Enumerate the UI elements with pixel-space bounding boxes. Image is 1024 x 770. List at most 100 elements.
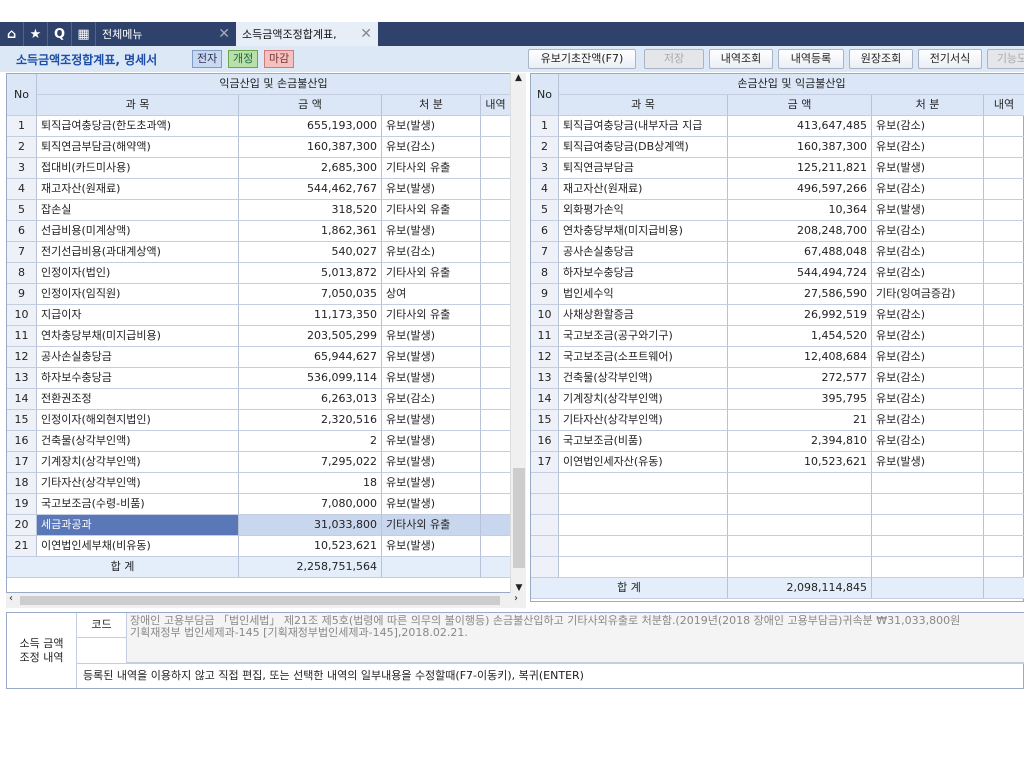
table-row-detail[interactable] <box>481 284 511 305</box>
table-row-item[interactable]: 연차충당부채(미지급비용) <box>37 326 239 347</box>
header-disposition[interactable]: 처 분 <box>872 95 984 116</box>
table-row-item[interactable]: 기타자산(상각부인액) <box>37 473 239 494</box>
row-number[interactable]: 9 <box>531 284 559 305</box>
table-row-amount[interactable]: 125,211,821 <box>728 158 872 179</box>
table-row-amount[interactable]: 67,488,048 <box>728 242 872 263</box>
table-row-item[interactable]: 국고보조금(공구와기구) <box>559 326 728 347</box>
table-row-amount[interactable]: 544,462,767 <box>239 179 382 200</box>
row-number[interactable]: 2 <box>531 137 559 158</box>
table-row-item[interactable]: 기계장치(상각부인액) <box>559 389 728 410</box>
table-row-disposition[interactable]: 기타사외 유출 <box>382 305 481 326</box>
empty-row-cell[interactable] <box>872 473 984 494</box>
table-row-amount[interactable]: 31,033,800 <box>239 515 382 536</box>
empty-row-cell[interactable] <box>872 557 984 578</box>
empty-row-cell[interactable] <box>559 536 728 557</box>
table-row-item[interactable]: 건축물(상각부인액) <box>37 431 239 452</box>
row-number[interactable]: 19 <box>7 494 37 515</box>
close-icon[interactable]: ✕ <box>218 26 230 42</box>
table-row-item[interactable]: 이연법인세자산(유동) <box>559 452 728 473</box>
table-row-disposition[interactable]: 유보(감소) <box>382 389 481 410</box>
table-row-disposition[interactable]: 유보(발생) <box>382 431 481 452</box>
table-row-disposition[interactable]: 유보(발생) <box>382 494 481 515</box>
header-detail[interactable]: 내역 <box>984 95 1024 116</box>
table-row-item[interactable]: 퇴직급여충당금(내부자금 지급 <box>559 116 728 137</box>
row-number[interactable]: 10 <box>7 305 37 326</box>
table-row-amount[interactable]: 26,992,519 <box>728 305 872 326</box>
row-number[interactable]: 2 <box>7 137 37 158</box>
table-row-disposition[interactable]: 유보(발생) <box>382 410 481 431</box>
row-number[interactable]: 14 <box>7 389 37 410</box>
table-row-amount[interactable]: 7,050,035 <box>239 284 382 305</box>
scroll-thumb[interactable] <box>20 596 500 605</box>
empty-row-cell[interactable] <box>728 557 872 578</box>
calendar-icon[interactable]: ▦ <box>72 22 96 46</box>
table-row-amount[interactable]: 496,597,266 <box>728 179 872 200</box>
table-row-detail[interactable] <box>984 179 1024 200</box>
table-row-detail[interactable] <box>984 368 1024 389</box>
table-row-disposition[interactable]: 유보(감소) <box>872 347 984 368</box>
row-number[interactable]: 5 <box>531 200 559 221</box>
table-row-disposition[interactable]: 유보(감소) <box>872 431 984 452</box>
table-row-detail[interactable] <box>481 200 511 221</box>
table-row-amount[interactable]: 536,099,114 <box>239 368 382 389</box>
table-row-detail[interactable] <box>481 515 511 536</box>
table-row-disposition[interactable]: 기타사외 유출 <box>382 263 481 284</box>
row-number[interactable]: 14 <box>531 389 559 410</box>
table-row-amount[interactable]: 208,248,700 <box>728 221 872 242</box>
table-row-detail[interactable] <box>481 179 511 200</box>
table-row-detail[interactable] <box>481 494 511 515</box>
table-row-amount[interactable]: 21 <box>728 410 872 431</box>
table-row-detail[interactable] <box>481 347 511 368</box>
empty-row-cell[interactable] <box>728 494 872 515</box>
table-row-detail[interactable] <box>984 410 1024 431</box>
row-number[interactable]: 11 <box>531 326 559 347</box>
table-row-detail[interactable] <box>481 452 511 473</box>
close-icon[interactable]: ✕ <box>360 26 372 42</box>
table-row-detail[interactable] <box>481 158 511 179</box>
table-row-item[interactable]: 선급비용(미계상액) <box>37 221 239 242</box>
row-number[interactable]: 4 <box>7 179 37 200</box>
header-detail[interactable]: 내역 <box>481 95 511 116</box>
table-row-item[interactable]: 퇴직연금부담금 <box>559 158 728 179</box>
row-number[interactable]: 17 <box>7 452 37 473</box>
horizontal-scrollbar[interactable]: ‹ › <box>6 593 526 608</box>
table-row-detail[interactable] <box>984 431 1024 452</box>
row-number[interactable]: 15 <box>531 410 559 431</box>
table-row-disposition[interactable]: 유보(발생) <box>382 116 481 137</box>
scroll-right-icon[interactable]: › <box>514 593 518 604</box>
row-number[interactable]: 1 <box>7 116 37 137</box>
table-row-disposition[interactable]: 기타사외 유출 <box>382 158 481 179</box>
table-row-amount[interactable]: 160,387,300 <box>239 137 382 158</box>
table-row-amount[interactable]: 7,295,022 <box>239 452 382 473</box>
empty-row-cell[interactable] <box>984 473 1024 494</box>
table-row-item[interactable]: 하자보수충당금 <box>37 368 239 389</box>
functions-button[interactable]: 기능모 <box>987 49 1024 69</box>
scroll-thumb[interactable] <box>513 468 525 568</box>
table-row-item[interactable]: 공사손실충당금 <box>559 242 728 263</box>
row-number[interactable]: 7 <box>7 242 37 263</box>
table-row-item[interactable]: 접대비(카드미사용) <box>37 158 239 179</box>
table-row-detail[interactable] <box>984 263 1024 284</box>
table-row-amount[interactable]: 1,862,361 <box>239 221 382 242</box>
table-row-item[interactable]: 공사손실충당금 <box>37 347 239 368</box>
table-row-amount[interactable]: 10,364 <box>728 200 872 221</box>
header-amount[interactable]: 금 액 <box>728 95 872 116</box>
table-row-disposition[interactable]: 기타사외 유출 <box>382 515 481 536</box>
table-row-item[interactable]: 인정이자(법인) <box>37 263 239 284</box>
table-row-detail[interactable] <box>984 158 1024 179</box>
table-row-item[interactable]: 이연법인세부채(비유동) <box>37 536 239 557</box>
row-number[interactable]: 13 <box>7 368 37 389</box>
empty-row-cell[interactable] <box>984 494 1024 515</box>
empty-row-number[interactable] <box>531 557 559 578</box>
table-row-amount[interactable]: 7,080,000 <box>239 494 382 515</box>
row-number[interactable]: 17 <box>531 452 559 473</box>
table-row-amount[interactable]: 413,647,485 <box>728 116 872 137</box>
table-row-disposition[interactable]: 상여 <box>382 284 481 305</box>
table-row-amount[interactable]: 65,944,627 <box>239 347 382 368</box>
table-row-disposition[interactable]: 기타사외 유출 <box>382 200 481 221</box>
row-number[interactable]: 15 <box>7 410 37 431</box>
row-number[interactable]: 3 <box>531 158 559 179</box>
home-icon[interactable]: ⌂ <box>0 22 24 46</box>
empty-row-number[interactable] <box>531 515 559 536</box>
table-row-disposition[interactable]: 유보(감소) <box>872 179 984 200</box>
